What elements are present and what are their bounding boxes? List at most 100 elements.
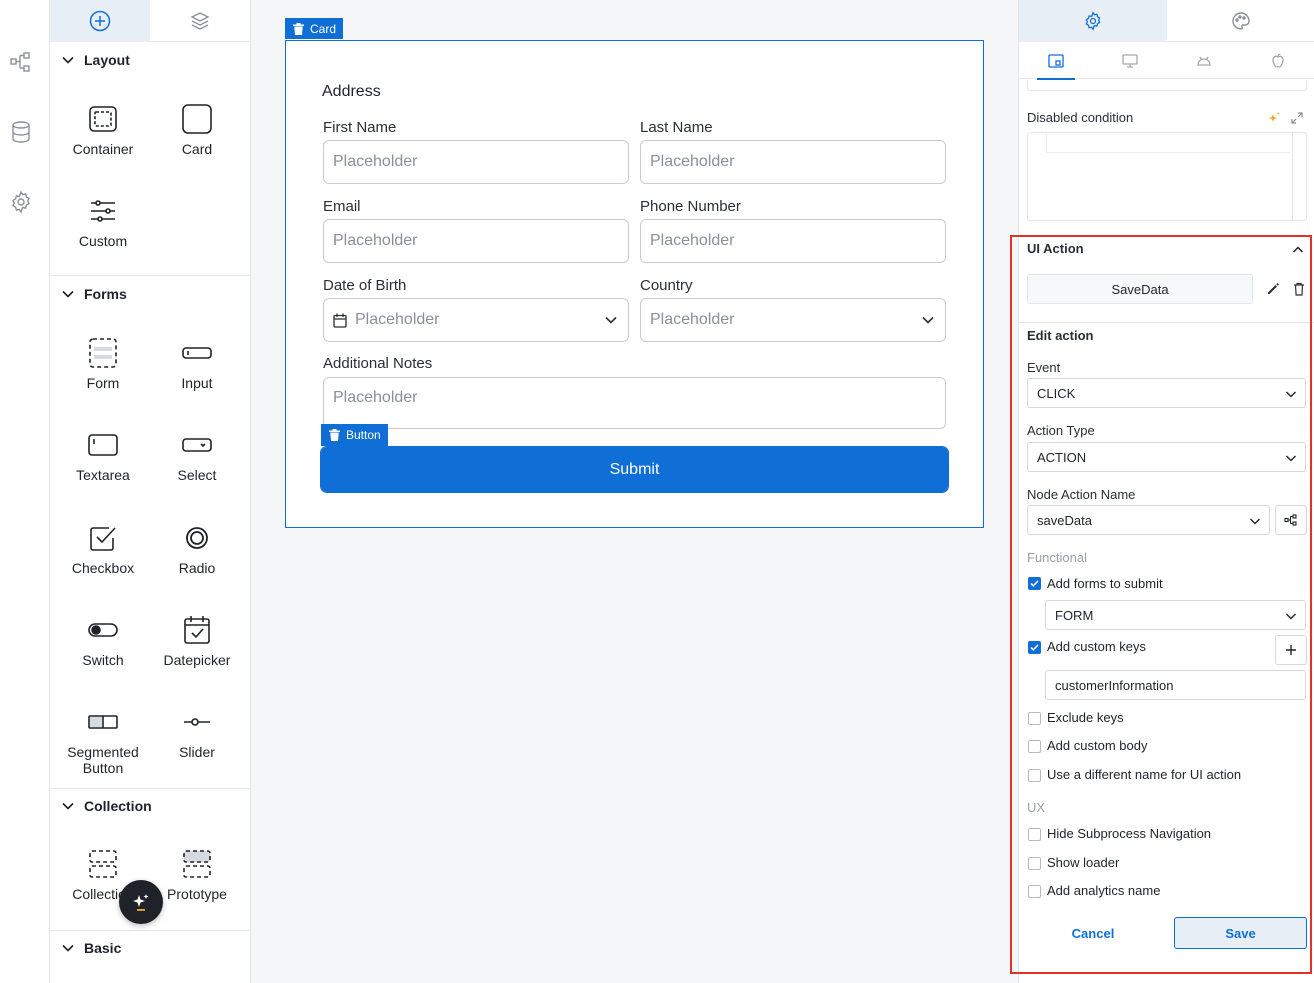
add-custom-body-checkbox[interactable] (1028, 740, 1041, 753)
component-select[interactable]: Select (150, 429, 244, 483)
input-placeholder: Placeholder (355, 311, 440, 328)
event-select[interactable]: CLICK (1027, 378, 1306, 408)
ai-sparkle-icon[interactable] (1268, 112, 1280, 124)
component-card[interactable]: Card (150, 103, 244, 157)
ux-subheading: UX (1027, 800, 1046, 815)
add-custom-keys-label: Add custom keys (1047, 639, 1146, 654)
editor-scrollbar[interactable] (1292, 133, 1306, 222)
section-title: Collection (84, 798, 152, 814)
tab-platform-android[interactable] (1167, 43, 1241, 79)
chevron-down-icon (61, 287, 75, 301)
date-of-birth-picker[interactable]: Placeholder (323, 298, 629, 342)
trash-icon[interactable] (293, 22, 310, 35)
panel-tabs (50, 0, 250, 42)
segmented-icon (87, 706, 119, 738)
divider (1019, 322, 1314, 323)
card-selection-tag[interactable]: Card (285, 18, 344, 39)
add-forms-checkbox[interactable] (1028, 577, 1041, 590)
edit-action-title: Edit action (1027, 328, 1094, 343)
component-switch[interactable]: Switch (56, 614, 150, 668)
section-collection[interactable]: Collection (50, 788, 250, 824)
ui-action-item[interactable]: SaveData (1027, 274, 1253, 304)
component-label: Switch (82, 652, 124, 668)
tab-platform-default[interactable] (1019, 43, 1093, 80)
address-card[interactable]: Address First Name Placeholder Last Name… (285, 40, 984, 528)
button-label: Save (1225, 925, 1256, 941)
functional-subheading: Functional (1027, 550, 1087, 565)
tab-settings[interactable] (1019, 0, 1167, 42)
analytics-name-checkbox[interactable] (1028, 885, 1041, 898)
component-prototype[interactable]: Prototype (150, 848, 244, 902)
tag-label: Card (310, 21, 337, 36)
country-select[interactable]: Placeholder (640, 298, 946, 342)
hide-subprocess-label: Hide Subprocess Navigation (1047, 826, 1212, 841)
component-radio[interactable]: Radio (150, 522, 244, 576)
component-custom[interactable]: Custom (56, 195, 150, 249)
additional-notes-textarea[interactable]: Placeholder (323, 377, 946, 429)
different-name-label: Use a different name for UI action (1047, 767, 1242, 782)
cancel-button[interactable]: Cancel (1043, 917, 1143, 949)
add-custom-keys-checkbox[interactable] (1028, 641, 1041, 654)
delete-trash-icon[interactable] (1293, 282, 1305, 296)
phone-number-input[interactable]: Placeholder (640, 219, 946, 263)
tab-add-components[interactable] (50, 0, 150, 42)
button-selection-tag[interactable]: Button (321, 424, 388, 446)
trash-icon[interactable] (329, 429, 346, 441)
ui-action-name: SaveData (1111, 281, 1169, 297)
email-input[interactable]: Placeholder (323, 219, 629, 263)
tab-platform-ios[interactable] (1241, 43, 1314, 79)
add-key-button[interactable] (1275, 635, 1307, 665)
database-icon[interactable] (9, 120, 33, 144)
process-flow-icon[interactable] (9, 50, 33, 74)
section-layout[interactable]: Layout (50, 42, 250, 78)
tab-platform-web[interactable] (1093, 43, 1167, 79)
component-container[interactable]: Container (56, 103, 150, 157)
component-input[interactable]: Input (150, 337, 244, 391)
card-icon (181, 103, 213, 135)
last-name-input[interactable]: Placeholder (640, 140, 946, 184)
component-textarea[interactable]: Textarea (56, 429, 150, 483)
select-value: CLICK (1037, 385, 1076, 401)
apple-icon (1271, 53, 1285, 69)
component-label: Textarea (76, 467, 130, 483)
component-slider[interactable]: Slider (150, 706, 244, 760)
component-datepicker[interactable]: Datepicker (150, 614, 244, 668)
android-icon (1196, 54, 1212, 68)
different-name-checkbox[interactable] (1028, 769, 1041, 782)
node-action-name-select[interactable]: saveData (1027, 505, 1270, 535)
show-loader-checkbox[interactable] (1028, 857, 1041, 870)
submit-button[interactable]: Submit (320, 446, 949, 493)
left-rail (0, 0, 50, 983)
section-forms[interactable]: Forms (50, 276, 250, 312)
component-label: Input (181, 375, 213, 391)
exclude-keys-label: Exclude keys (1047, 710, 1124, 725)
settings-gear-icon[interactable] (9, 190, 33, 214)
edit-pencil-icon[interactable] (1266, 282, 1280, 296)
tab-layers[interactable] (150, 0, 250, 42)
open-node-button[interactable] (1275, 505, 1307, 535)
tab-styles[interactable] (1167, 0, 1314, 42)
section-title: Basic (84, 940, 122, 956)
monitor-icon (1122, 54, 1138, 68)
section-basic[interactable]: Basic (50, 930, 250, 966)
ai-assistant-button[interactable] (119, 880, 163, 924)
forms-select[interactable]: FORM (1045, 600, 1306, 630)
gear-icon (1083, 11, 1103, 31)
component-checkbox[interactable]: Checkbox (56, 522, 150, 576)
hide-subprocess-checkbox[interactable] (1028, 828, 1041, 841)
component-segmented-button[interactable]: Segmented Button (56, 706, 150, 776)
first-name-input[interactable]: Placeholder (323, 140, 629, 184)
component-label: Custom (78, 233, 128, 249)
disabled-condition-editor[interactable] (1027, 132, 1307, 222)
custom-key-input[interactable]: customerInformation (1045, 670, 1306, 700)
previous-field-box (1027, 80, 1307, 91)
exclude-keys-checkbox[interactable] (1028, 712, 1041, 725)
save-button[interactable]: Save (1174, 917, 1307, 949)
expand-icon[interactable] (1291, 112, 1303, 124)
prototype-icon (181, 848, 213, 880)
action-type-select[interactable]: ACTION (1027, 442, 1306, 472)
chevron-down-icon (921, 313, 935, 327)
component-form[interactable]: Form (56, 337, 150, 391)
calendar-icon (333, 313, 347, 328)
chevron-up-icon[interactable] (1292, 244, 1304, 256)
